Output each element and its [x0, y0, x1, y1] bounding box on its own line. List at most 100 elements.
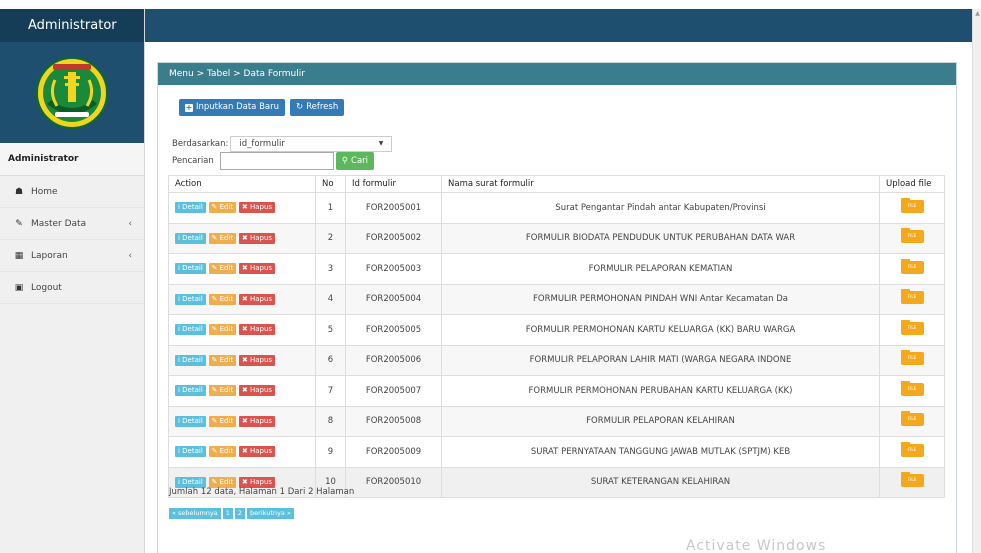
edit-button[interactable]: ✎ Edit: [208, 415, 237, 427]
filter-select[interactable]: id_formulir ▼: [230, 136, 393, 152]
delete-label: Hapus: [249, 386, 273, 395]
file-icon[interactable]: FILE: [900, 380, 924, 396]
delete-button[interactable]: ✖ Hapus: [238, 324, 276, 336]
search-button[interactable]: ⚲ Cari: [335, 152, 375, 170]
edit-button[interactable]: ✎ Edit: [208, 354, 237, 366]
refresh-button[interactable]: ↻ Refresh: [290, 99, 345, 116]
window-top-edge: [0, 0, 981, 9]
detail-button[interactable]: i Detail: [175, 354, 206, 366]
activate-windows-watermark: Activate Windows: [686, 538, 827, 553]
row-id: FOR2005009: [345, 436, 442, 468]
delete-button[interactable]: ✖ Hapus: [238, 446, 276, 458]
new-data-label: Inputkan Data Baru: [196, 102, 279, 112]
detail-button[interactable]: i Detail: [175, 385, 206, 397]
edit-button[interactable]: ✎ Edit: [208, 293, 237, 305]
table-row: i Detail ✎ Edit ✖ Hapus 7 FOR2005007 FORMUL…: [168, 375, 945, 407]
file-icon[interactable]: FILE: [900, 228, 924, 244]
sidebar-item-laporan[interactable]: ▦ Laporan ‹: [0, 240, 144, 272]
search-input[interactable]: [219, 152, 334, 170]
delete-button[interactable]: ✖ Hapus: [238, 202, 276, 214]
column-header-id: Id formulir: [345, 175, 442, 193]
file-icon[interactable]: FILE: [900, 472, 924, 488]
page-1-button[interactable]: 1: [222, 508, 233, 519]
close-icon: ✖: [241, 294, 250, 303]
sidebar-brand[interactable]: Administrator: [0, 9, 144, 42]
previous-page-button[interactable]: « sebelumnya: [169, 508, 221, 519]
action-cell: i Detail ✎ Edit ✖ Hapus: [168, 192, 316, 224]
file-icon[interactable]: FILE: [900, 350, 924, 366]
action-cell: i Detail ✎ Edit ✖ Hapus: [168, 405, 316, 437]
delete-label: Hapus: [249, 447, 273, 456]
detail-label: Detail: [182, 416, 203, 425]
close-icon: ✖: [241, 203, 250, 212]
file-icon[interactable]: FILE: [900, 197, 924, 213]
edit-button[interactable]: ✎ Edit: [208, 385, 237, 397]
delete-button[interactable]: ✖ Hapus: [238, 385, 276, 397]
delete-label: Hapus: [249, 477, 273, 486]
file-icon[interactable]: FILE: [900, 319, 924, 335]
table-row: i Detail ✎ Edit ✖ Hapus 8 FOR2005008 FORMUL…: [168, 405, 945, 437]
file-icon[interactable]: FILE: [900, 258, 924, 274]
edit-button[interactable]: ✎ Edit: [208, 202, 237, 214]
detail-button[interactable]: i Detail: [175, 202, 206, 214]
detail-button[interactable]: i Detail: [175, 232, 206, 244]
edit-button[interactable]: ✎ Edit: [208, 263, 237, 275]
action-cell: i Detail ✎ Edit ✖ Hapus: [168, 222, 316, 254]
detail-button[interactable]: i Detail: [175, 446, 206, 458]
edit-button[interactable]: ✎ Edit: [208, 324, 237, 336]
next-page-button[interactable]: berikutnya »: [247, 508, 294, 519]
sidebar-item-label: Home: [31, 186, 58, 197]
regency-emblem-logo: [36, 56, 108, 129]
scroll-up-icon[interactable]: ▲: [974, 11, 981, 17]
sidebar-item-label: Logout: [31, 282, 62, 293]
action-cell: i Detail ✎ Edit ✖ Hapus: [168, 283, 316, 315]
edit-label: Edit: [219, 416, 234, 425]
detail-label: Detail: [182, 233, 203, 242]
edit-button[interactable]: ✎ Edit: [208, 232, 237, 244]
action-cell: i Detail ✎ Edit ✖ Hapus: [168, 253, 316, 285]
page-2-button[interactable]: 2: [234, 508, 246, 519]
upload-cell: FILE: [879, 253, 945, 285]
edit-label: Edit: [219, 447, 234, 456]
edit-label: Edit: [219, 355, 234, 364]
action-cell: i Detail ✎ Edit ✖ Hapus: [168, 436, 316, 468]
detail-button[interactable]: i Detail: [175, 324, 206, 336]
row-number: 7: [315, 375, 346, 407]
sidebar-item-logout[interactable]: ▣ Logout: [0, 272, 144, 304]
delete-button[interactable]: ✖ Hapus: [238, 232, 276, 244]
file-icon[interactable]: FILE: [900, 441, 924, 457]
chevron-left-icon: ‹: [128, 251, 132, 261]
delete-label: Hapus: [249, 294, 273, 303]
new-data-button[interactable]: + Inputkan Data Baru: [179, 99, 285, 116]
row-name: FORMULIR PELAPORAN KELAHIRAN: [441, 405, 880, 437]
sidebar-item-home[interactable]: ☗ Home: [0, 176, 144, 208]
delete-button[interactable]: ✖ Hapus: [238, 293, 276, 305]
delete-button[interactable]: ✖ Hapus: [238, 415, 276, 427]
page-scrollbar[interactable]: ▲: [972, 9, 981, 553]
row-id: FOR2005010: [345, 466, 442, 498]
row-name: FORMULIR PELAPORAN KEMATIAN: [441, 253, 880, 285]
caret-down-icon: ▼: [378, 140, 384, 147]
edit-button[interactable]: ✎ Edit: [208, 446, 237, 458]
upload-cell: FILE: [879, 192, 945, 224]
file-icon[interactable]: FILE: [900, 411, 924, 427]
sidebar-item-master-data[interactable]: ✎ Master Data ‹: [0, 208, 144, 240]
row-id: FOR2005001: [345, 192, 442, 224]
row-id: FOR2005007: [345, 375, 442, 407]
sidebar-item-label: Laporan: [31, 250, 68, 261]
column-header-no: No: [315, 175, 346, 193]
home-icon: ☗: [14, 186, 24, 197]
detail-button[interactable]: i Detail: [175, 263, 206, 275]
delete-button[interactable]: ✖ Hapus: [238, 263, 276, 275]
detail-button[interactable]: i Detail: [175, 415, 206, 427]
edit-icon: ✎: [211, 386, 220, 395]
sidebar-user-label: Administrator: [0, 143, 144, 176]
file-icon[interactable]: FILE: [900, 289, 924, 305]
detail-label: Detail: [182, 355, 203, 364]
delete-button[interactable]: ✖ Hapus: [238, 354, 276, 366]
detail-button[interactable]: i Detail: [175, 293, 206, 305]
row-id: FOR2005008: [345, 405, 442, 437]
edit-label: Edit: [219, 477, 234, 486]
file-icon-label: FILE: [907, 446, 917, 452]
data-formulir-panel: Menu > Tabel > Data Formulir + Inputkan …: [157, 62, 957, 553]
